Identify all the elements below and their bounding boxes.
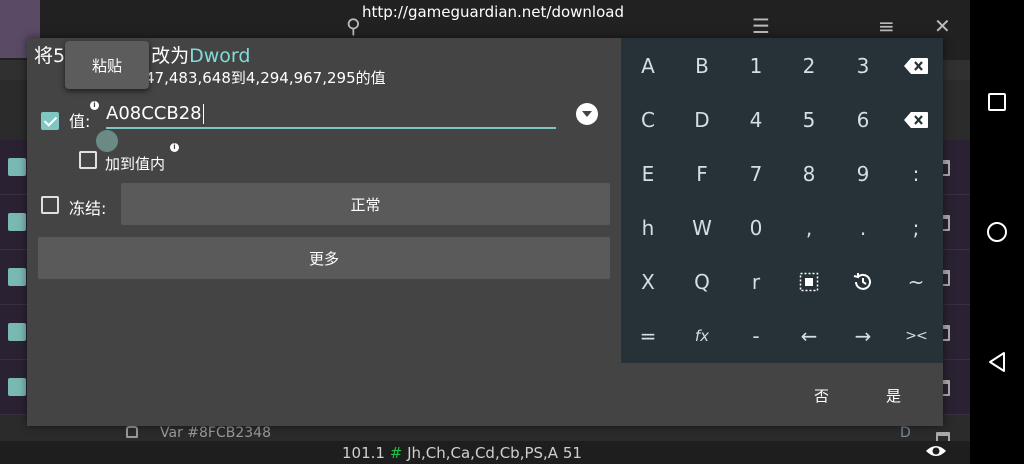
key[interactable]: .: [836, 201, 890, 255]
key[interactable]: ><: [889, 309, 943, 363]
key[interactable]: X: [621, 255, 675, 309]
key[interactable]: B: [675, 39, 729, 93]
key[interactable]: fx: [675, 309, 729, 363]
key[interactable]: ,: [782, 201, 836, 255]
text-cursor: [202, 104, 204, 124]
freeze-label: 冻结:: [69, 199, 107, 218]
key[interactable]: 2: [782, 39, 836, 93]
close-icon[interactable]: ✕: [934, 14, 951, 38]
var-type: D: [900, 425, 911, 441]
subtitle-text: 47,483,648到4,294,967,295的值: [145, 69, 386, 87]
backspace-icon[interactable]: [889, 39, 943, 93]
key[interactable]: 1: [729, 39, 783, 93]
value-label: 值:: [69, 112, 91, 131]
history-icon[interactable]: [836, 255, 890, 309]
freeze-checkbox[interactable]: [41, 196, 59, 214]
var-label: Var #8FCB2348: [160, 425, 271, 441]
key[interactable]: :: [889, 147, 943, 201]
select-all-icon[interactable]: [782, 255, 836, 309]
key[interactable]: h: [621, 201, 675, 255]
text-selection-handle[interactable]: [96, 130, 118, 152]
status-prefix: 101.1: [342, 444, 390, 462]
key[interactable]: 9: [836, 147, 890, 201]
key[interactable]: Q: [675, 255, 729, 309]
status-text: 101.1 # Jh,Ch,Ca,Cd,Cb,PS,A 51: [342, 444, 582, 462]
menu-icon[interactable]: ≡: [878, 14, 895, 38]
key[interactable]: 0: [729, 201, 783, 255]
key[interactable]: F: [675, 147, 729, 201]
key[interactable]: D: [675, 93, 729, 147]
search-icon[interactable]: ⚲: [346, 14, 361, 38]
key[interactable]: E: [621, 147, 675, 201]
key[interactable]: 6: [836, 93, 890, 147]
title-middle: 改为: [151, 45, 190, 67]
key[interactable]: ;: [889, 201, 943, 255]
status-rest: Jh,Ch,Ca,Cd,Cb,PS,A 51: [402, 444, 582, 462]
row-checkbox[interactable]: [8, 378, 26, 396]
paste-button[interactable]: 粘贴: [65, 41, 149, 89]
cancel-button[interactable]: 否: [814, 385, 829, 406]
row-checkbox[interactable]: [8, 268, 26, 286]
lock-icon: [126, 426, 138, 438]
freeze-mode-button[interactable]: 正常: [121, 183, 610, 225]
key[interactable]: ←: [782, 309, 836, 363]
add-to-value-label: 加到值内: [105, 155, 166, 173]
key[interactable]: 7: [729, 147, 783, 201]
title-prefix: 将5: [34, 45, 66, 67]
row-checkbox[interactable]: [8, 158, 26, 176]
status-hash: #: [389, 444, 403, 462]
title-type: Dword: [189, 45, 251, 67]
key[interactable]: C: [621, 93, 675, 147]
key[interactable]: 4: [729, 93, 783, 147]
info-icon[interactable]: i: [170, 143, 179, 152]
key[interactable]: =: [621, 309, 675, 363]
add-to-value-checkbox[interactable]: [79, 151, 97, 169]
row-checkbox[interactable]: [8, 323, 26, 341]
key[interactable]: r: [729, 255, 783, 309]
key[interactable]: 3: [836, 39, 890, 93]
home-icon[interactable]: [986, 221, 1008, 243]
list-icon[interactable]: ☰: [752, 14, 770, 38]
key[interactable]: 5: [782, 93, 836, 147]
ok-button[interactable]: 是: [886, 385, 901, 406]
url-bar: http://gameguardian.net/download: [362, 3, 624, 21]
key[interactable]: ~: [889, 255, 943, 309]
clear-icon[interactable]: [889, 93, 943, 147]
key[interactable]: 8: [782, 147, 836, 201]
key[interactable]: →: [836, 309, 890, 363]
key[interactable]: W: [675, 201, 729, 255]
more-button[interactable]: 更多: [38, 237, 610, 279]
value-text: A08CCB28: [106, 103, 202, 124]
value-checkbox[interactable]: [41, 112, 59, 130]
dropdown-icon[interactable]: [576, 103, 598, 125]
back-icon[interactable]: [986, 351, 1008, 373]
row-checkbox[interactable]: [8, 213, 26, 231]
eye-icon[interactable]: [925, 443, 947, 459]
key[interactable]: -: [729, 309, 783, 363]
value-input[interactable]: A08CCB28: [106, 103, 556, 129]
recents-icon[interactable]: [986, 91, 1008, 113]
key[interactable]: A: [621, 39, 675, 93]
info-icon[interactable]: i: [90, 101, 99, 110]
